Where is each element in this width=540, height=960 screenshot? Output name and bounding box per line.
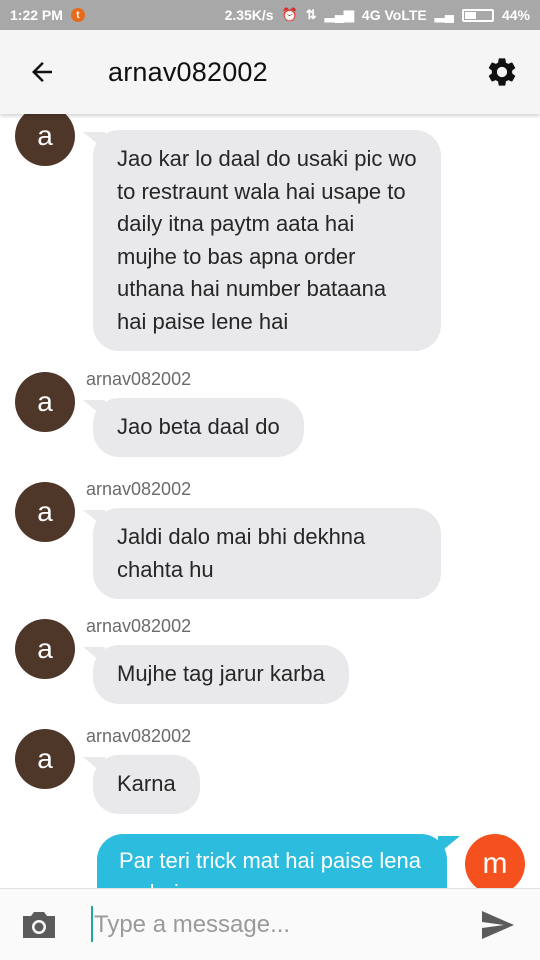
message-input[interactable] xyxy=(94,905,444,945)
chat-screen: 1:22 PM t 2.35K/s ⏰ ⇅ ▂▄▆ 4G VoLTE ▂▄ 44… xyxy=(0,0,540,960)
message-bubble[interactable]: Jao kar lo daal do usaki pic wo to restr… xyxy=(93,130,441,351)
camera-icon xyxy=(23,912,55,938)
sender-name: arnav082002 xyxy=(86,726,192,746)
sender-name: arnav082002 xyxy=(86,479,192,499)
back-arrow-icon xyxy=(32,62,52,82)
back-button[interactable] xyxy=(0,30,84,114)
sender-name: arnav082002 xyxy=(86,369,192,389)
network-type: 4G VoLTE xyxy=(361,7,427,23)
signal-icon: ▂▄▆ xyxy=(324,7,354,22)
signal-icon-2: ▂▄ xyxy=(434,7,454,22)
status-right: 2.35K/s ⏰ ⇅ ▂▄▆ 4G VoLTE ▂▄ 44% xyxy=(225,7,530,23)
battery-percent: 44% xyxy=(501,7,530,23)
data-transfer-icon: ⇅ xyxy=(305,7,317,22)
alarm-icon: ⏰ xyxy=(281,7,298,22)
sender-avatar[interactable]: a xyxy=(15,372,75,432)
battery-fill xyxy=(464,11,476,19)
status-bar: 1:22 PM t 2.35K/s ⏰ ⇅ ▂▄▆ 4G VoLTE ▂▄ 44… xyxy=(0,0,540,30)
my-message-bubble[interactable]: Par teri trick mat hai paise lena na hai xyxy=(97,834,447,888)
message-composer xyxy=(0,888,540,960)
message-bubble[interactable]: Karna xyxy=(93,755,200,814)
camera-button[interactable] xyxy=(20,909,58,941)
message-bubble[interactable]: Jaldi dalo mai bhi dekhna chahta hu xyxy=(93,508,441,599)
message-bubble[interactable]: Jao beta daal do xyxy=(93,398,304,457)
battery-icon xyxy=(461,8,494,22)
my-avatar[interactable]: m xyxy=(465,834,525,888)
status-time: 1:22 PM xyxy=(10,7,63,23)
text-cursor xyxy=(91,906,93,942)
sender-avatar[interactable]: a xyxy=(15,482,75,542)
network-speed: 2.35K/s xyxy=(224,7,274,23)
message-list[interactable]: arnav082002 a Jao kar lo daal do usaki p… xyxy=(0,114,540,888)
sender-avatar[interactable]: a xyxy=(15,619,75,679)
send-icon xyxy=(482,911,514,939)
send-button[interactable] xyxy=(480,909,516,941)
sender-name: arnav082002 xyxy=(86,114,191,119)
settings-button[interactable] xyxy=(482,52,522,92)
chat-header: arnav082002 xyxy=(0,30,540,114)
chat-title: arnav082002 xyxy=(108,56,268,87)
sender-avatar[interactable]: a xyxy=(15,729,75,789)
notification-icon: t xyxy=(70,8,85,22)
sender-avatar[interactable]: a xyxy=(15,114,75,166)
gear-icon xyxy=(488,58,516,86)
sender-name: arnav082002 xyxy=(86,616,192,636)
message-bubble[interactable]: Mujhe tag jarur karba xyxy=(93,645,349,704)
